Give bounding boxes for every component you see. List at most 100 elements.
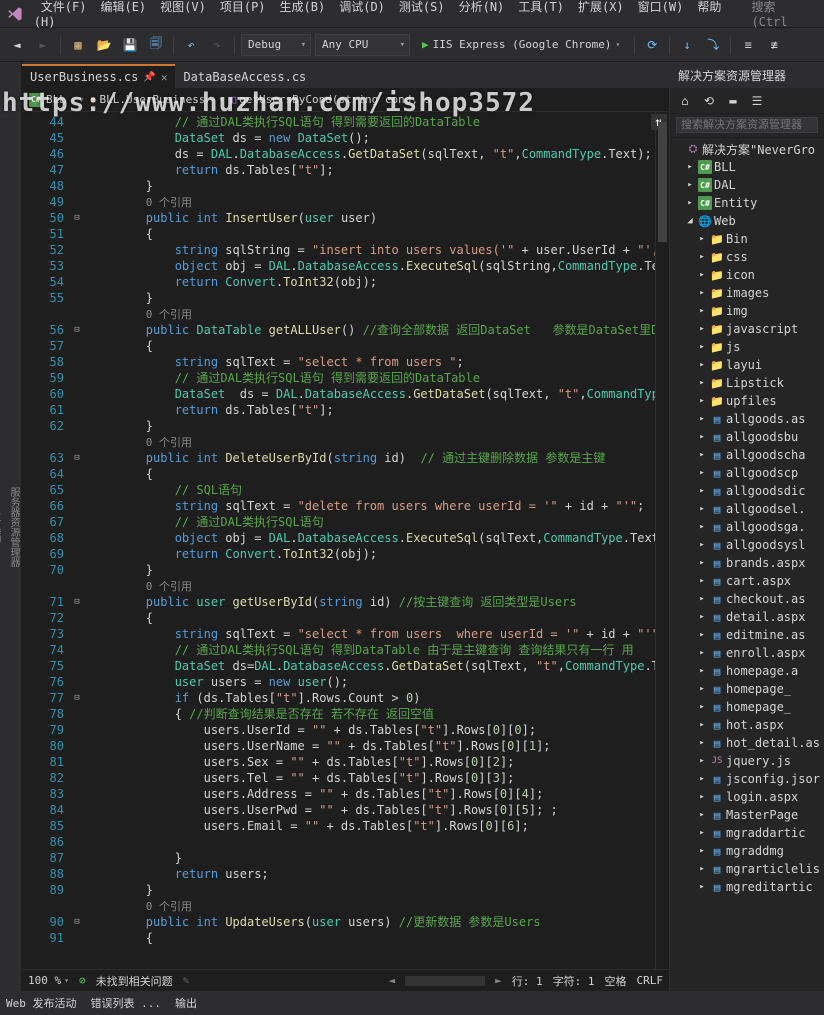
file-node[interactable]: ▸▤homepage_ <box>670 698 824 716</box>
file-node[interactable]: ▸▤mgraddartic <box>670 824 824 842</box>
menu-item[interactable]: 分析(N) <box>452 0 512 18</box>
file-node[interactable]: ▸▤homepage.a <box>670 662 824 680</box>
vertical-scrollbar[interactable]: ⇅ <box>655 112 669 969</box>
menu-item[interactable]: 项目(P) <box>213 0 273 18</box>
menu-item[interactable]: 生成(B) <box>273 0 333 18</box>
file-node[interactable]: ▸JSjquery.js <box>670 752 824 770</box>
file-node[interactable]: ▸▤mgrarticlelis <box>670 860 824 878</box>
nav-back-icon[interactable]: ◄ <box>6 34 28 56</box>
nav-fwd-icon[interactable]: ► <box>32 34 54 56</box>
platform-combo[interactable]: Any CPU <box>315 34 410 56</box>
folder-node[interactable]: ▸📁js <box>670 338 824 356</box>
solution-tree[interactable]: ⛭解决方案"NeverGro▸C#BLL▸C#DAL▸C#Entity◢🌐Web… <box>670 138 824 991</box>
open-file-icon[interactable]: 📂 <box>93 34 115 56</box>
file-node[interactable]: ▸▤hot.aspx <box>670 716 824 734</box>
folder-node[interactable]: ▸📁icon <box>670 266 824 284</box>
file-node[interactable]: ▸▤login.aspx <box>670 788 824 806</box>
file-node[interactable]: ▸▤allgoodsbu <box>670 428 824 446</box>
document-tab[interactable]: UserBusiness.cs📌✕ <box>22 64 175 88</box>
folder-node[interactable]: ▸📁img <box>670 302 824 320</box>
file-node[interactable]: ▸▤hot_detail.as <box>670 734 824 752</box>
col-indicator[interactable]: 字符: 1 <box>553 973 595 989</box>
aspx-icon: ▤ <box>710 790 724 804</box>
step-into-icon[interactable]: ↓ <box>676 34 698 56</box>
solution-root[interactable]: ⛭解决方案"NeverGro <box>670 140 824 158</box>
code-editor[interactable]: 4445464748495051525354555657585960616263… <box>22 112 669 969</box>
bc-class[interactable]: ⬘BLL.UserBusiness <box>87 93 209 106</box>
save-icon[interactable]: 💾 <box>119 34 141 56</box>
menu-item[interactable]: 编辑(E) <box>93 0 153 18</box>
menu-item[interactable]: 扩展(X) <box>571 0 631 18</box>
menu-item[interactable]: 窗口(W) <box>631 0 691 18</box>
menu-item[interactable]: 工具(T) <box>511 0 571 18</box>
bc-method[interactable]: ◧getUsersByCond(string cond, s <box>227 93 435 106</box>
web-project[interactable]: ◢🌐Web <box>670 212 824 230</box>
uncomment-icon[interactable]: ≢ <box>763 34 785 56</box>
folder-node[interactable]: ▸📁Bin <box>670 230 824 248</box>
sync-icon[interactable]: ⟲ <box>698 90 720 112</box>
file-node[interactable]: ▸▤allgoodsysl <box>670 536 824 554</box>
file-node[interactable]: ▸▤detail.aspx <box>670 608 824 626</box>
folder-node[interactable]: ▸📁upfiles <box>670 392 824 410</box>
browser-link-icon[interactable]: ⟳ <box>641 34 663 56</box>
zoom-level[interactable]: 100 % <box>28 974 69 987</box>
file-node[interactable]: ▸▤allgoodscp <box>670 464 824 482</box>
file-node[interactable]: ▸▤allgoods.as <box>670 410 824 428</box>
bottom-tab[interactable]: Web 发布活动 <box>6 995 77 1011</box>
show-all-icon[interactable]: ☰ <box>746 90 768 112</box>
solution-search-input[interactable] <box>676 117 818 133</box>
project-node[interactable]: ▸C#BLL <box>670 158 824 176</box>
file-node[interactable]: ▸▤checkout.as <box>670 590 824 608</box>
file-node[interactable]: ▸▤mgraddmg <box>670 842 824 860</box>
project-node[interactable]: ▸C#DAL <box>670 176 824 194</box>
save-all-icon[interactable]: 🗐 <box>145 34 167 56</box>
folder-node[interactable]: ▸📁Lipstick <box>670 374 824 392</box>
menu-item[interactable]: 测试(S) <box>392 0 452 18</box>
pin-icon[interactable]: 📌 <box>143 72 155 83</box>
close-icon[interactable]: ✕ <box>161 71 168 84</box>
left-tool-rail[interactable]: 服务器资源管理器工具箱 <box>0 62 22 991</box>
file-node[interactable]: ▸▤brands.aspx <box>670 554 824 572</box>
project-node[interactable]: ▸C#Entity <box>670 194 824 212</box>
file-node[interactable]: ▸▤MasterPage <box>670 806 824 824</box>
bottom-tab[interactable]: 错误列表 ... <box>91 995 162 1011</box>
file-node[interactable]: ▸▤enroll.aspx <box>670 644 824 662</box>
solution-explorer: 解决方案资源管理器 ⌂ ⟲ ▬ ☰ ⛭解决方案"NeverGro▸C#BLL▸C… <box>669 62 824 991</box>
new-project-icon[interactable]: ▦ <box>67 34 89 56</box>
folder-node[interactable]: ▸📁images <box>670 284 824 302</box>
file-node[interactable]: ▸▤allgoodsdic <box>670 482 824 500</box>
file-node[interactable]: ▸▤allgoodsel. <box>670 500 824 518</box>
redo-icon[interactable]: ↷ <box>206 34 228 56</box>
aspx-icon: ▤ <box>710 484 724 498</box>
file-node[interactable]: ▸▤cart.aspx <box>670 572 824 590</box>
folder-node[interactable]: ▸📁css <box>670 248 824 266</box>
line-indicator[interactable]: 行: 1 <box>512 973 543 989</box>
home-icon[interactable]: ⌂ <box>674 90 696 112</box>
config-combo[interactable]: Debug <box>241 34 311 56</box>
menu-item[interactable]: 视图(V) <box>153 0 213 18</box>
file-node[interactable]: ▸▤editmine.as <box>670 626 824 644</box>
folder-icon: 📁 <box>710 340 724 354</box>
encoding-indicator[interactable]: CRLF <box>637 974 664 987</box>
scroll-thumb[interactable] <box>658 122 667 242</box>
file-node[interactable]: ▸▤mgreditartic <box>670 878 824 896</box>
bottom-tab[interactable]: 输出 <box>175 995 197 1011</box>
undo-icon[interactable]: ↶ <box>180 34 202 56</box>
file-node[interactable]: ▸▤allgoodsga. <box>670 518 824 536</box>
folder-node[interactable]: ▸📁javascript <box>670 320 824 338</box>
file-node[interactable]: ▸▤jsconfig.jsor <box>670 770 824 788</box>
comment-icon[interactable]: ≡ <box>737 34 759 56</box>
file-node[interactable]: ▸▤allgoodscha <box>670 446 824 464</box>
indent-indicator[interactable]: 空格 <box>605 973 627 989</box>
run-button[interactable]: ▶IIS Express (Google Chrome) ▾ <box>414 34 628 56</box>
step-over-icon[interactable]: ⤵ <box>702 34 724 56</box>
document-tab[interactable]: DataBaseAccess.cs <box>175 64 314 88</box>
bc-project[interactable]: C#BLL <box>26 93 69 107</box>
menu-search[interactable]: 搜索 (Ctrl <box>751 0 818 29</box>
aspx-icon: ▤ <box>710 862 724 876</box>
collapse-icon[interactable]: ▬ <box>722 90 744 112</box>
folder-node[interactable]: ▸📁layui <box>670 356 824 374</box>
issues-text[interactable]: 未找到相关问题 <box>96 973 173 989</box>
menu-item[interactable]: 调试(D) <box>332 0 392 18</box>
file-node[interactable]: ▸▤homepage_ <box>670 680 824 698</box>
